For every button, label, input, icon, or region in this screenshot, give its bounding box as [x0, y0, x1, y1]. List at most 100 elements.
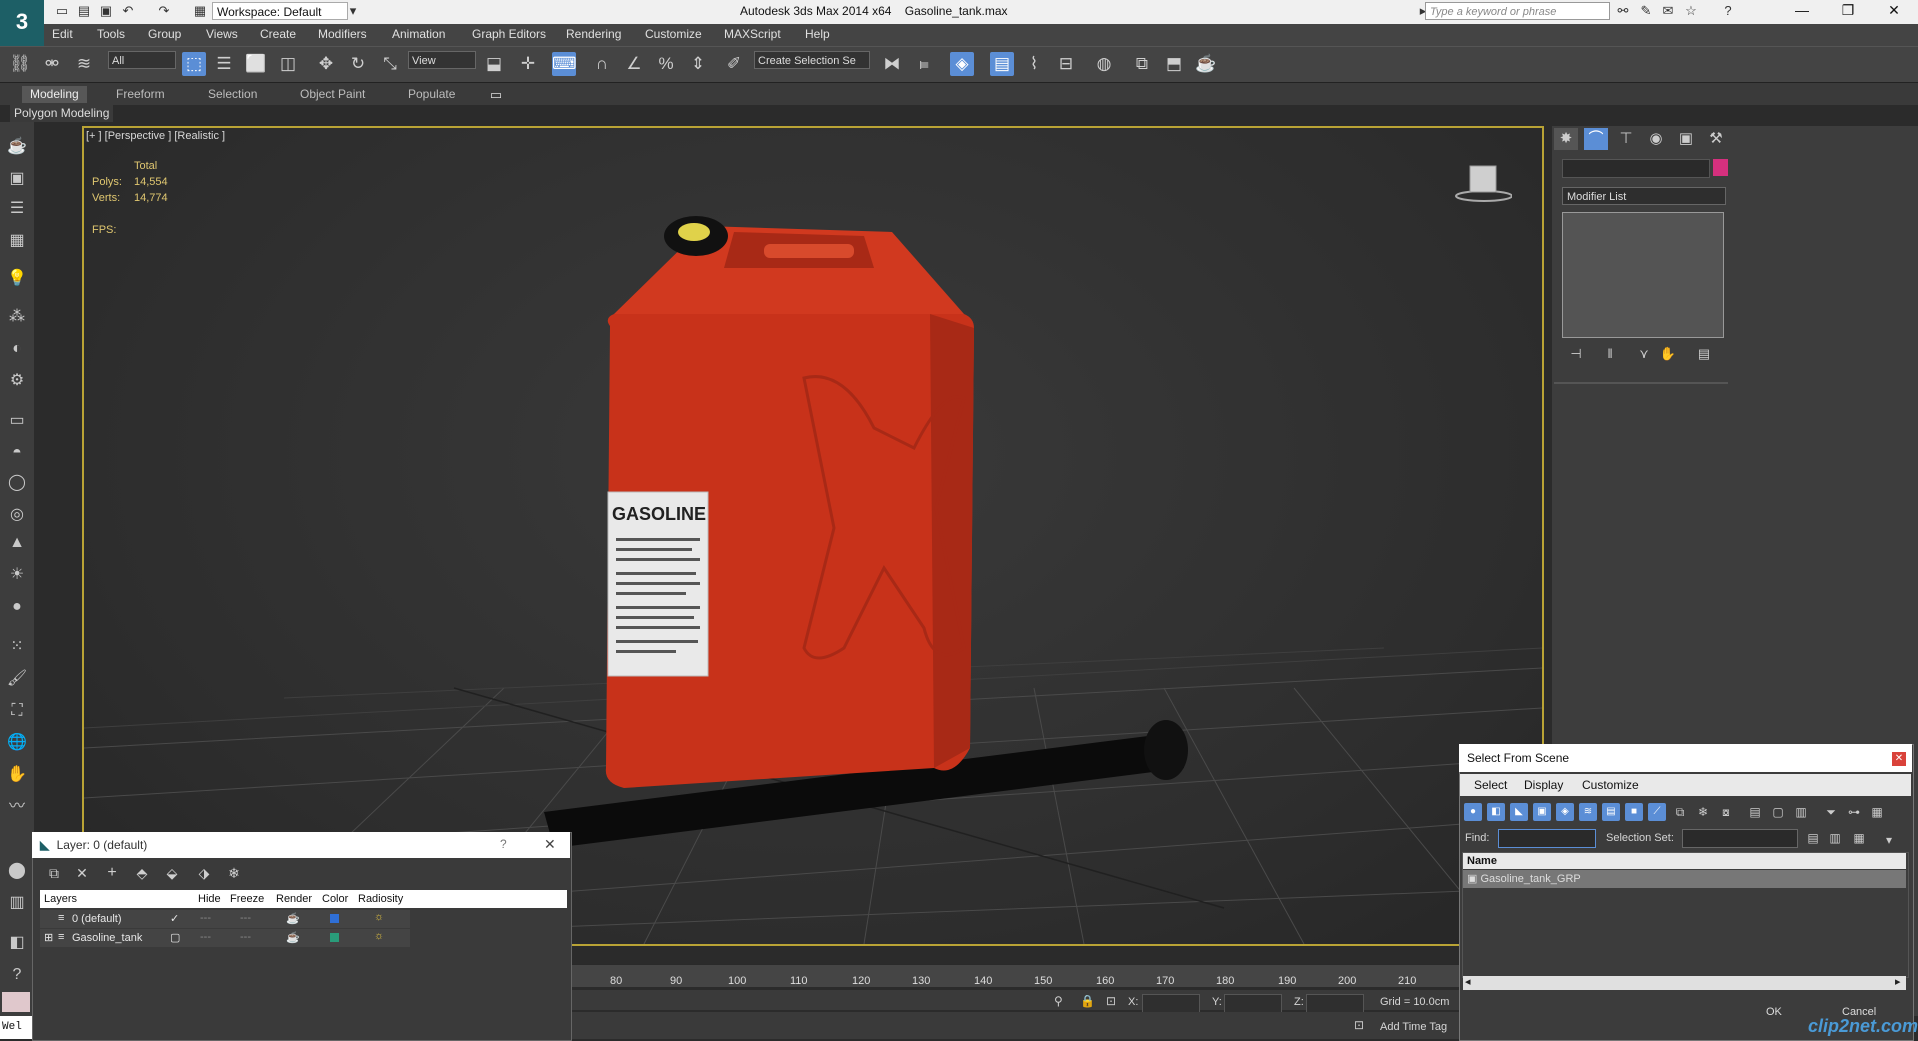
move-icon[interactable]: ✥ — [314, 52, 338, 76]
object-color-swatch[interactable] — [1713, 159, 1728, 176]
col-hide[interactable]: Hide — [198, 893, 221, 905]
show-end-result-icon[interactable]: ‖ — [1598, 342, 1622, 366]
render-production-icon[interactable]: ☕ — [1194, 52, 1218, 76]
polygon-modeling-panel[interactable]: Polygon Modeling — [10, 104, 114, 122]
find-input[interactable] — [1498, 829, 1596, 848]
display-lights-icon[interactable]: ◣ — [1510, 803, 1528, 821]
globe-icon[interactable]: 🌐 — [5, 732, 29, 754]
edit-named-selection-icon[interactable]: ✐ — [722, 52, 746, 76]
display-tab-icon[interactable]: ▣ — [1674, 128, 1698, 150]
create-layer-icon[interactable]: ⧉ — [42, 861, 66, 885]
filter-icon[interactable]: ⏷ — [1822, 803, 1840, 821]
rectangular-selection-icon[interactable]: ⬜ — [244, 52, 268, 76]
motion-tab-icon[interactable]: ◉ — [1644, 128, 1668, 150]
hide-toggle[interactable]: --- — [200, 912, 211, 924]
lock-selection-icon[interactable]: 🔒 — [1080, 994, 1095, 1008]
add-to-layer-icon[interactable]: + — [100, 861, 124, 885]
display-spacewarps-icon[interactable]: ≋ — [1579, 803, 1597, 821]
y-coordinate-field[interactable] — [1224, 994, 1282, 1013]
help-icon[interactable]: ? — [500, 837, 507, 851]
color-swatch[interactable] — [2, 992, 30, 1012]
communication-icon[interactable]: ✉ — [1660, 3, 1676, 19]
render-teapot-icon[interactable]: ☕ — [286, 912, 300, 925]
pin-stack-icon[interactable]: ⊣ — [1564, 342, 1588, 366]
viewcube-icon[interactable] — [1452, 162, 1512, 202]
freeze-all-layers-icon[interactable]: ❄ — [222, 861, 246, 885]
tab-modeling[interactable]: Modeling — [22, 86, 87, 103]
modifier-list-dropdown[interactable]: Modifier List — [1562, 187, 1726, 205]
horizontal-scrollbar[interactable] — [1463, 976, 1906, 990]
menu-customize[interactable]: Customize — [645, 27, 702, 41]
maximize-button[interactable]: ❐ — [1828, 2, 1868, 19]
col-freeze[interactable]: Freeze — [230, 893, 264, 905]
dome-icon[interactable]: ◓ — [5, 442, 29, 464]
redo-icon[interactable]: ↷ — [156, 3, 172, 19]
isolate-icon[interactable]: ◧ — [5, 932, 29, 954]
material-editor-icon[interactable]: ◍ — [1092, 52, 1116, 76]
menu-animation[interactable]: Animation — [392, 27, 445, 41]
percent-snap-icon[interactable]: % — [654, 52, 678, 76]
open-file-icon[interactable]: ▤ — [76, 3, 92, 19]
menu-maxscript[interactable]: MAXScript — [724, 27, 781, 41]
select-layer-objects-icon[interactable]: ⬘ — [130, 861, 154, 885]
named-selection-dropdown[interactable]: Create Selection Se — [754, 51, 870, 69]
display-bones-icon[interactable]: ⟋ — [1648, 803, 1666, 821]
scroll-right-icon[interactable]: ▸ — [1895, 975, 1901, 988]
layer-color-swatch[interactable] — [330, 933, 339, 942]
highlight-layer-icon[interactable]: ⬙ — [160, 861, 184, 885]
scale-icon[interactable]: ⤡ — [378, 52, 402, 76]
delete-layer-icon[interactable]: ✕ — [70, 861, 94, 885]
col-layers[interactable]: Layers — [44, 893, 77, 905]
render-setup-icon[interactable]: ⧉ — [1130, 52, 1154, 76]
col-radiosity[interactable]: Radiosity — [358, 893, 403, 905]
remove-set-icon[interactable]: ▦ — [1850, 829, 1868, 847]
configure-sets-icon[interactable]: ▤ — [1692, 342, 1716, 366]
absolute-mode-icon[interactable]: ⊡ — [1106, 994, 1116, 1008]
display-shapes-icon[interactable]: ◧ — [1487, 803, 1505, 821]
hide-toggle[interactable]: --- — [200, 931, 211, 943]
menu-views[interactable]: Views — [206, 27, 238, 41]
menu-modifiers[interactable]: Modifiers — [318, 27, 367, 41]
paint-icon[interactable]: 🖌 — [5, 668, 29, 690]
align-icon[interactable]: ⫢ — [912, 52, 936, 76]
teapot-icon[interactable]: ☕ — [5, 136, 29, 158]
tab-freeform[interactable]: Freeform — [108, 87, 173, 101]
hair-icon[interactable]: 〰 — [5, 796, 29, 818]
display-cameras-icon[interactable]: ▣ — [1533, 803, 1551, 821]
layer-activate-icon[interactable]: ▢ — [170, 931, 180, 944]
scatter-icon[interactable]: ⁙ — [5, 636, 29, 658]
list-item[interactable]: ▣ Gasoline_tank_GRP — [1463, 870, 1906, 888]
sfs-menu-select[interactable]: Select — [1474, 778, 1507, 792]
help-icon[interactable]: ? — [1720, 3, 1736, 19]
edit-set-icon[interactable]: ▥ — [1826, 829, 1844, 847]
angle-snap-icon[interactable]: ∠ — [622, 52, 646, 76]
light-bulb-icon[interactable]: 💡 — [5, 268, 29, 290]
select-by-name-icon[interactable]: ☰ — [212, 52, 236, 76]
layer-row[interactable]: ⊞ ≡ Gasoline_tank ▢ --- --- ☕ ☼ — [40, 929, 410, 947]
hierarchy-filter-icon[interactable]: ⊶ — [1845, 803, 1863, 821]
menu-graph-editors[interactable]: Graph Editors — [472, 27, 546, 41]
new-file-icon[interactable]: ▭ — [54, 3, 70, 19]
utilities-tab-icon[interactable]: ⚒ — [1704, 128, 1728, 150]
freeze-toggle[interactable]: --- — [240, 912, 251, 924]
grid-list-icon[interactable]: ▦ — [5, 230, 29, 252]
unlink-icon[interactable]: ⚮ — [40, 52, 64, 76]
add-time-tag-button[interactable]: Add Time Tag — [1380, 1021, 1447, 1033]
tab-object-paint[interactable]: Object Paint — [292, 87, 373, 101]
modify-tab-icon[interactable]: ⌒ — [1584, 128, 1608, 150]
chevron-down-icon[interactable]: ▾ — [1880, 831, 1898, 849]
rendered-frame-window-icon[interactable]: ⬒ — [1162, 52, 1186, 76]
scene-explorer-icon[interactable]: ▣ — [5, 168, 29, 190]
select-manipulate-icon[interactable]: ✛ — [516, 52, 540, 76]
subscription-icon[interactable]: ✎ — [1638, 3, 1654, 19]
menu-tools[interactable]: Tools — [97, 27, 125, 41]
ribbon-options-icon[interactable]: ▭ — [488, 87, 504, 103]
make-unique-icon[interactable]: ⋎ — [1632, 342, 1656, 366]
pin-icon[interactable]: ⚲ — [1054, 994, 1063, 1008]
display-groups-icon[interactable]: ▤ — [1602, 803, 1620, 821]
menu-group[interactable]: Group — [148, 27, 181, 41]
keyboard-shortcut-override-icon[interactable]: ⌨ — [552, 52, 577, 76]
display-containers-icon[interactable]: ⧉ — [1671, 803, 1689, 821]
binoculars-icon[interactable]: ⚯ — [1615, 3, 1631, 19]
layer-row[interactable]: ≡ 0 (default) ✓ --- --- ☕ ☼ — [40, 910, 410, 928]
